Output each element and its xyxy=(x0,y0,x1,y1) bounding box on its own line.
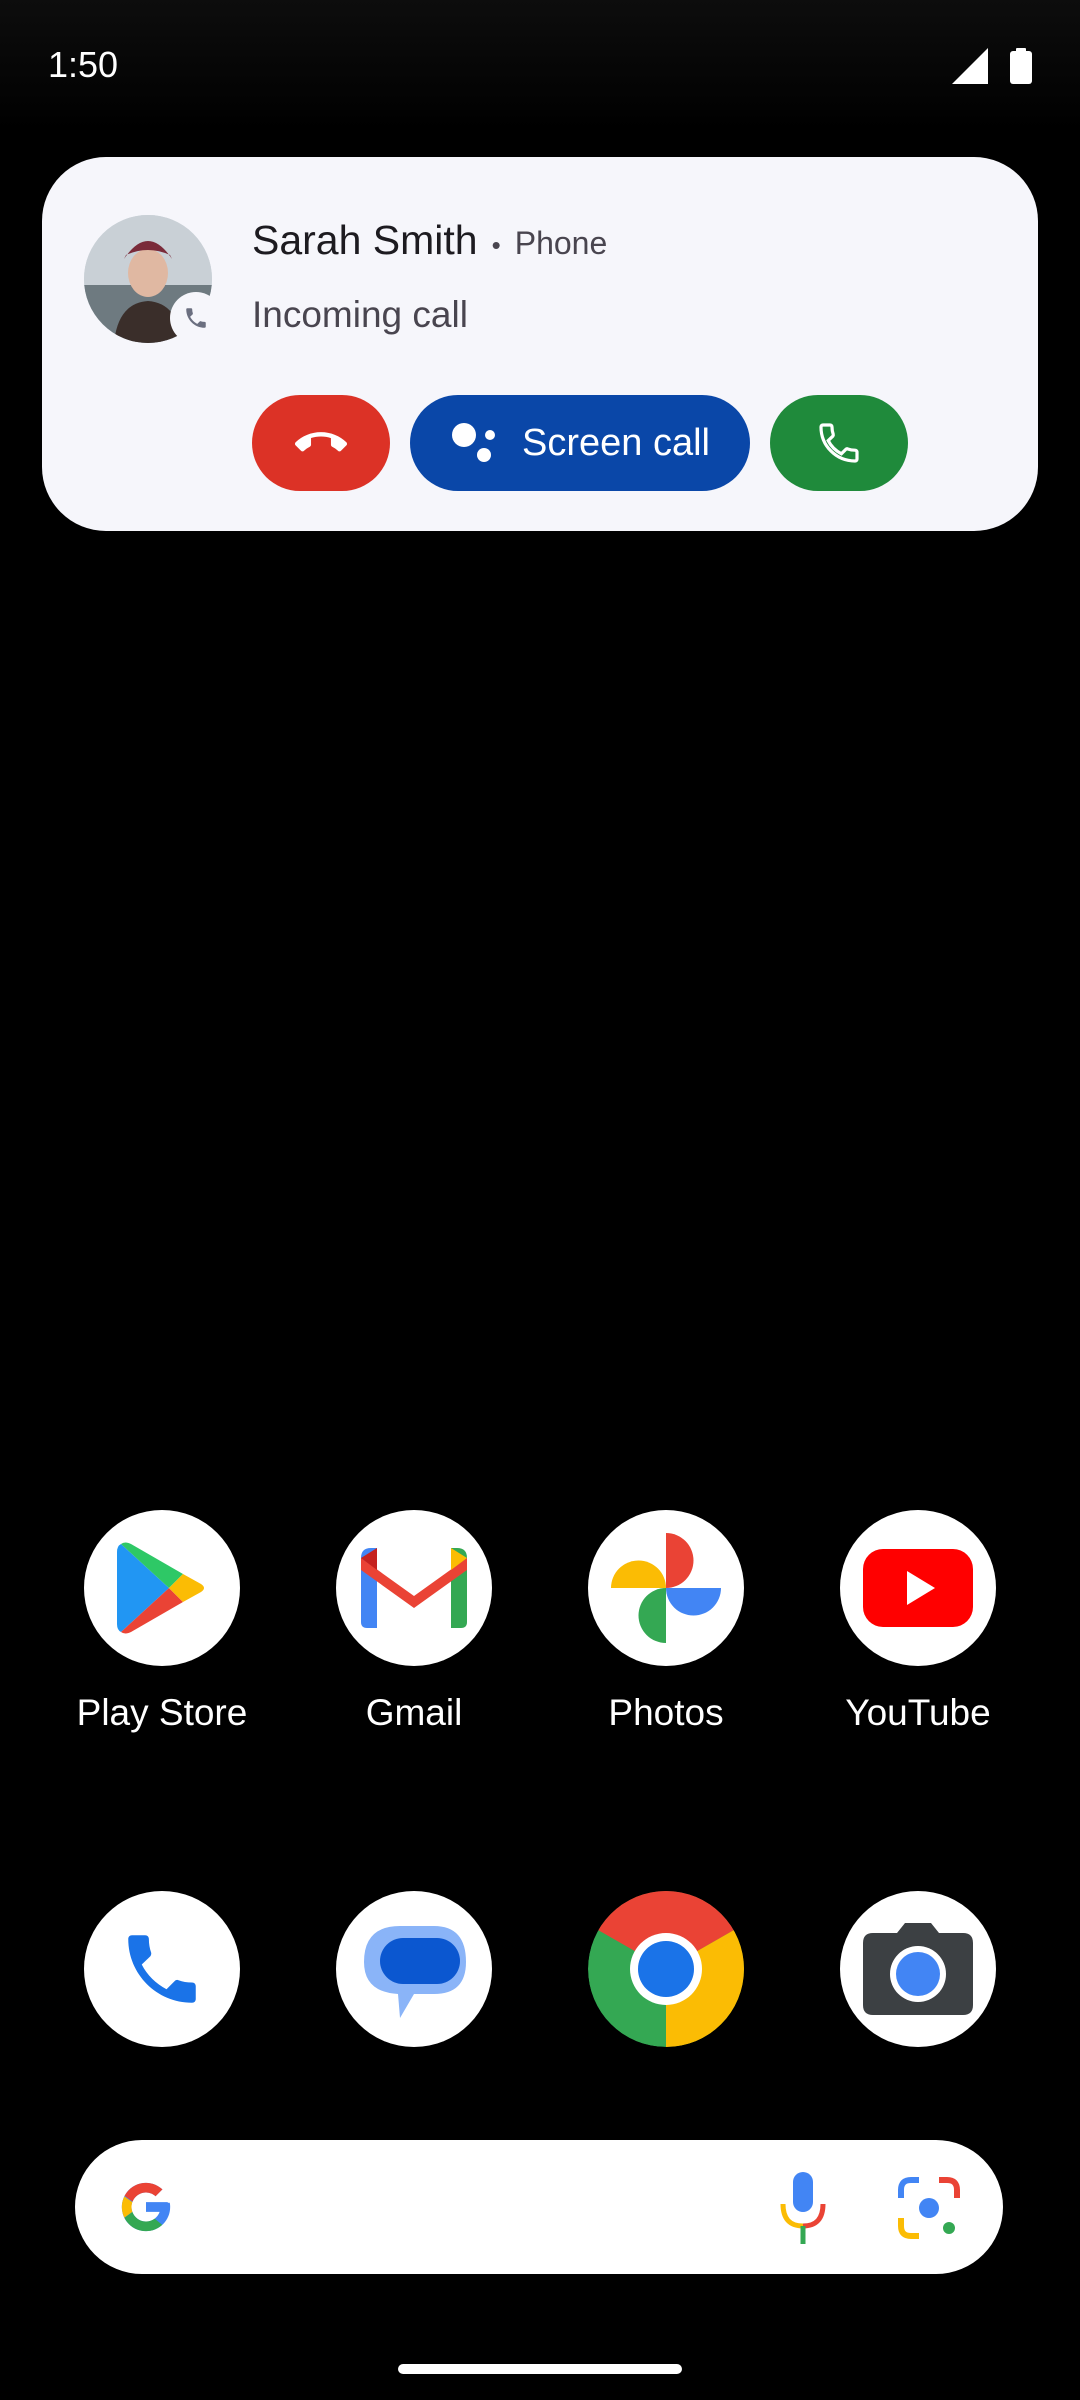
screen-call-button[interactable]: Screen call xyxy=(410,395,750,491)
app-label: YouTube xyxy=(845,1692,991,1733)
chrome-icon xyxy=(588,1891,744,2047)
youtube-icon xyxy=(840,1510,996,1666)
dock-chrome[interactable] xyxy=(546,1891,786,2047)
assistant-icon xyxy=(452,423,495,462)
photos-icon xyxy=(588,1510,744,1666)
battery-icon xyxy=(1010,48,1032,84)
app-youtube[interactable]: YouTube xyxy=(798,1510,1038,1734)
status-icons xyxy=(952,48,1032,84)
camera-icon xyxy=(840,1891,996,2047)
screen-call-label: Screen call xyxy=(522,421,710,464)
signal-icon xyxy=(952,48,988,84)
phone-icon xyxy=(819,423,859,463)
app-label: Play Store xyxy=(76,1692,248,1733)
notification-app-name: Phone xyxy=(514,225,608,261)
caller-header: Sarah Smith • Phone xyxy=(252,217,607,264)
google-g-icon xyxy=(121,2182,171,2232)
play-store-icon xyxy=(84,1510,240,1666)
app-label: Gmail xyxy=(365,1692,463,1733)
phone-app-icon xyxy=(84,1891,240,2047)
status-time: 1:50 xyxy=(48,44,119,85)
caller-name: Sarah Smith xyxy=(252,217,478,263)
incoming-call-notification[interactable]: Sarah Smith • Phone Incoming call Screen… xyxy=(42,157,1038,531)
phone-badge-icon xyxy=(170,292,222,344)
status-bar: 1:50 xyxy=(0,0,1080,130)
hang-up-icon xyxy=(295,432,347,452)
app-label: Photos xyxy=(608,1692,724,1733)
app-play-store[interactable]: Play Store xyxy=(42,1510,282,1734)
call-status: Incoming call xyxy=(252,294,468,335)
separator-dot: • xyxy=(491,230,501,260)
messages-icon xyxy=(336,1891,492,2047)
dock-camera[interactable] xyxy=(798,1891,1038,2047)
answer-call-button[interactable] xyxy=(770,395,908,491)
decline-call-button[interactable] xyxy=(252,395,390,491)
google-search-bar[interactable] xyxy=(75,2140,1003,2274)
navigation-handle[interactable] xyxy=(398,2364,682,2374)
dock-messages[interactable] xyxy=(294,1891,534,2047)
app-gmail[interactable]: Gmail xyxy=(294,1510,534,1734)
lens-icon[interactable] xyxy=(897,2176,961,2240)
app-photos[interactable]: Photos xyxy=(546,1510,786,1734)
dock-phone[interactable] xyxy=(42,1891,282,2047)
microphone-icon[interactable] xyxy=(775,2170,831,2246)
gmail-icon xyxy=(336,1510,492,1666)
